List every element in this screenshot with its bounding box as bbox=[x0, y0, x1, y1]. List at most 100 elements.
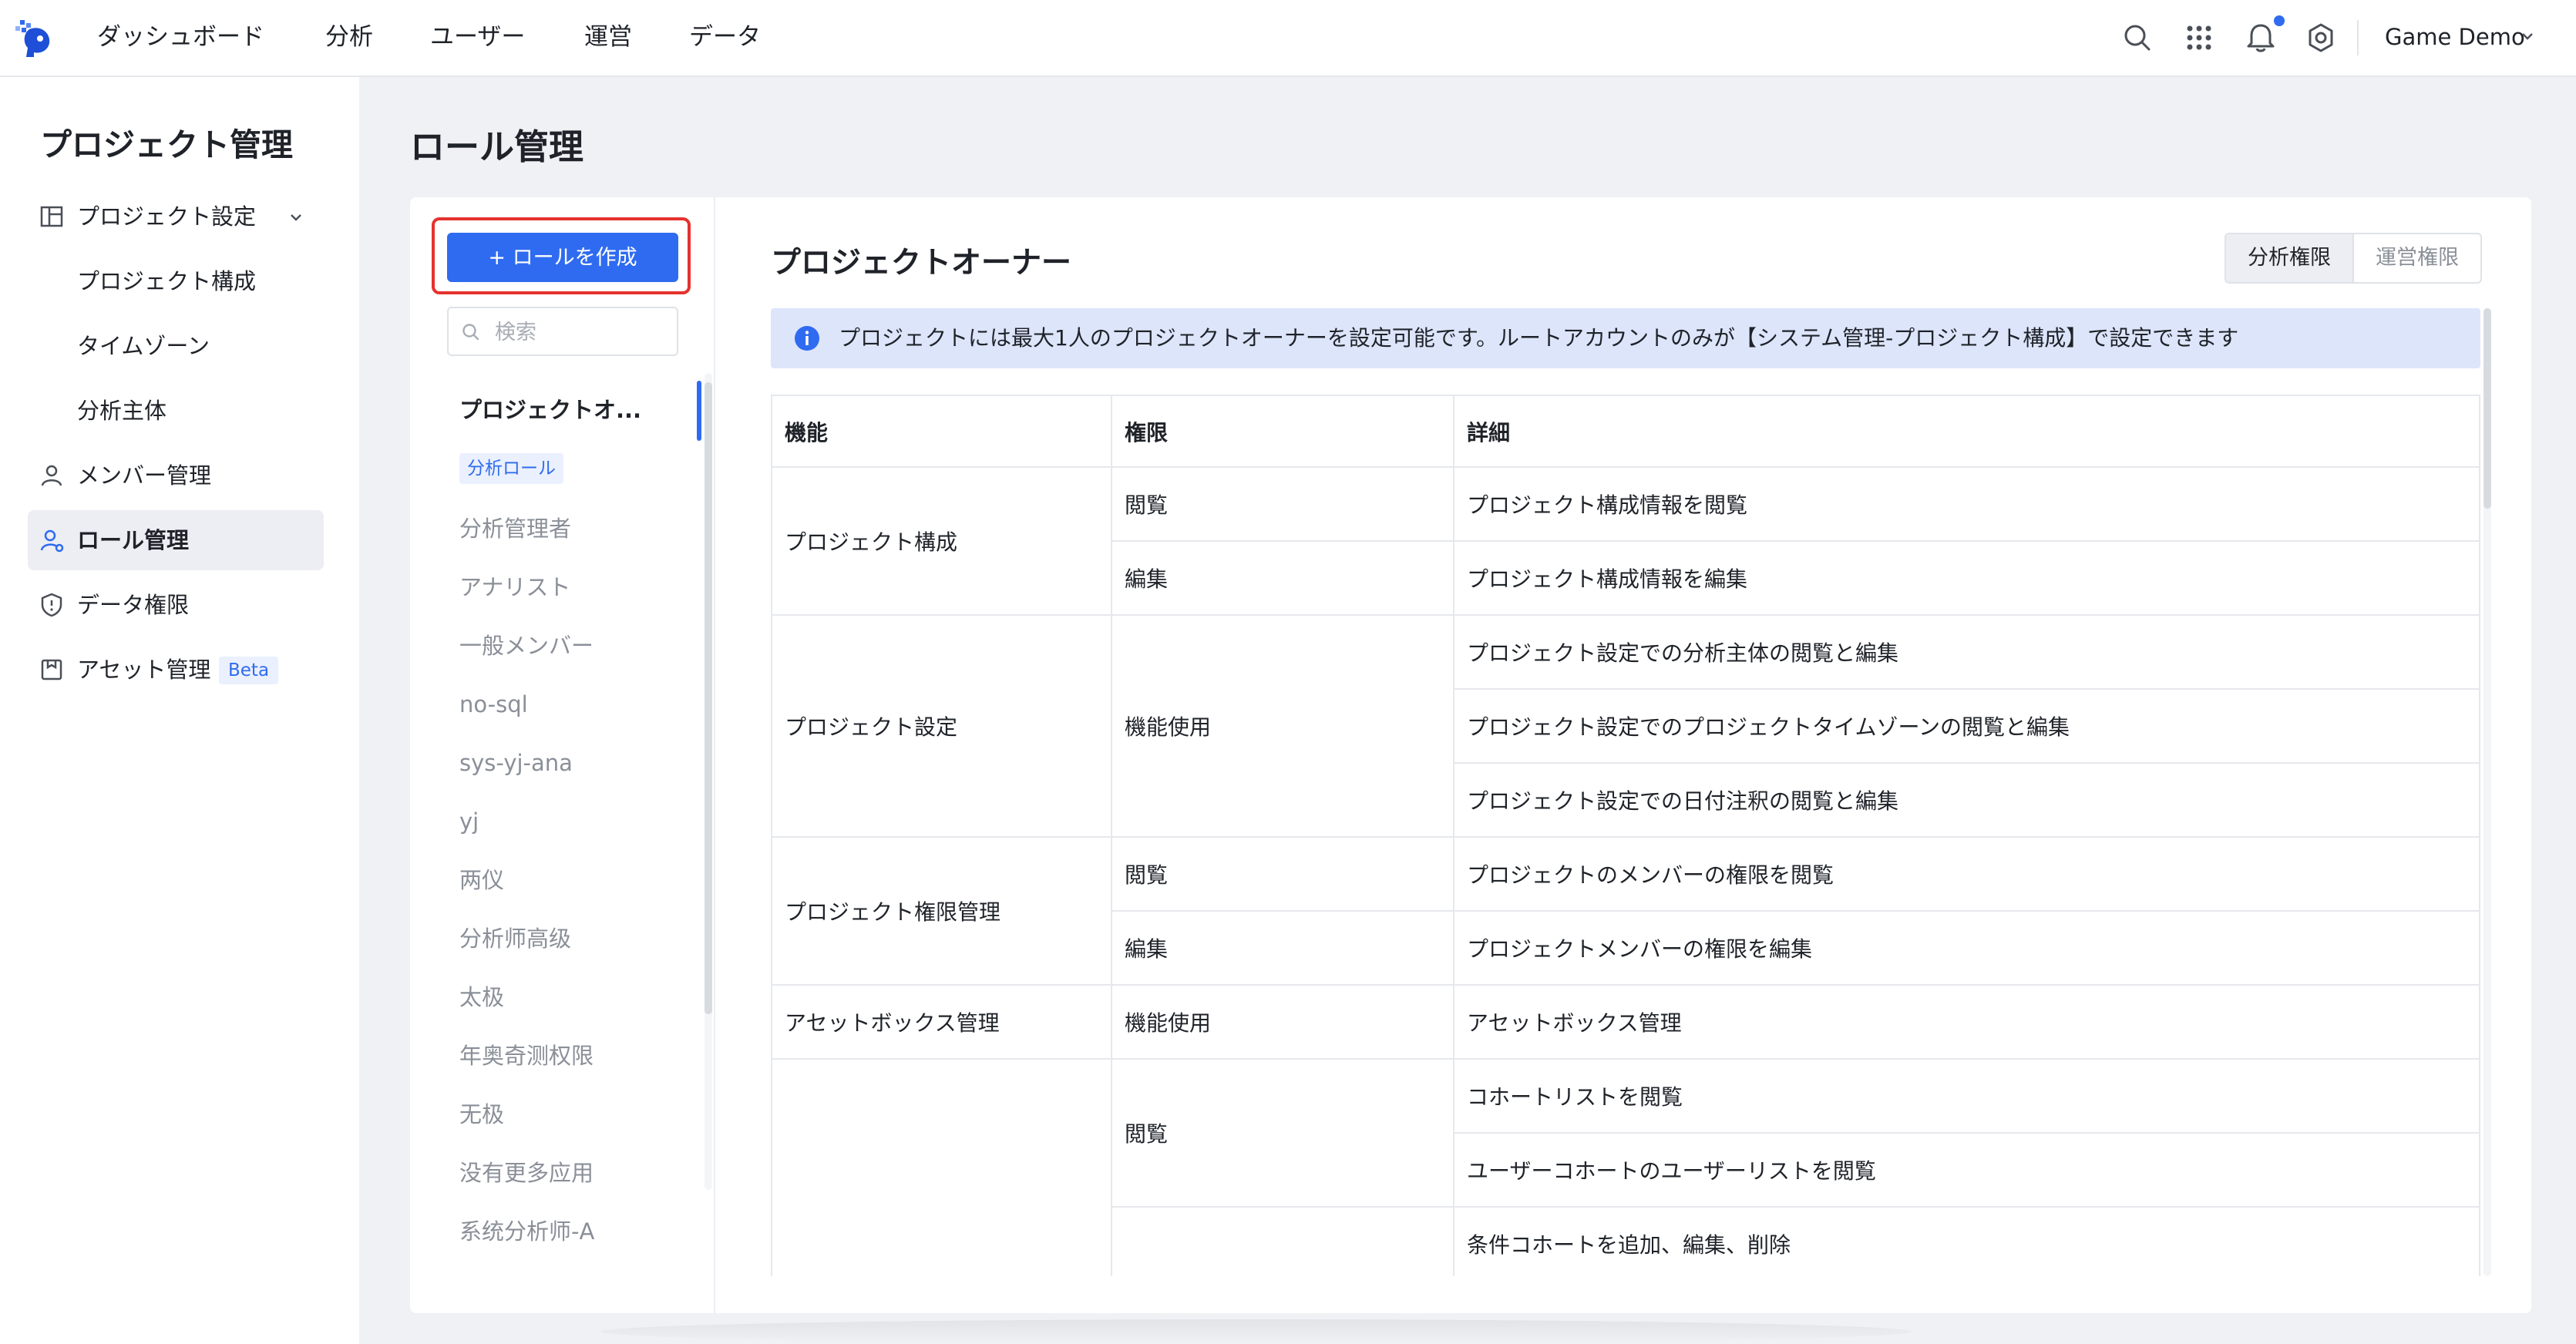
role-item-project-owner[interactable]: プロジェクトオ... bbox=[459, 388, 691, 432]
role-item[interactable]: 年奥奇测权限 bbox=[459, 1034, 691, 1077]
role-item[interactable]: 两仪 bbox=[459, 858, 691, 902]
sidebar-item-label: ロール管理 bbox=[77, 527, 190, 553]
permission-table-wrapper: 機能 権限 詳細 プロジェクト構成 閲覧 プロジェクト構成情報を閲覧 編集 プロ… bbox=[771, 395, 2480, 1276]
sidebar-item-label: タイムゾーン bbox=[77, 333, 210, 359]
info-banner: プロジェクトには最大1人のプロジェクトオーナーを設定可能です。ルートアカウントの… bbox=[771, 308, 2480, 368]
column-header-permission: 権限 bbox=[1111, 396, 1454, 468]
role-item[interactable]: 系统分析师-A bbox=[459, 1210, 691, 1253]
nav-dashboard[interactable]: ダッシュボード bbox=[97, 17, 264, 57]
role-detail-title: プロジェクトオーナー bbox=[771, 246, 1072, 281]
sidebar-item-members[interactable]: メンバー管理 bbox=[28, 445, 324, 506]
tab-analysis-permission[interactable]: 分析権限 bbox=[2226, 234, 2352, 282]
create-role-button[interactable]: + ロールを作成 bbox=[447, 233, 678, 282]
nav-analysis[interactable]: 分析 bbox=[325, 17, 373, 57]
role-group-tag: 分析ロール bbox=[459, 453, 563, 484]
shield-icon bbox=[41, 593, 62, 617]
info-icon bbox=[795, 326, 819, 351]
table-row: プロジェクト権限管理 閲覧 プロジェクトのメンバーの権限を閲覧 bbox=[772, 837, 2479, 986]
table-row: プロジェクト構成 閲覧 プロジェクト構成情報を閲覧 bbox=[772, 467, 2479, 616]
detail-cell: ユーザーコホートのユーザーリストを閲覧 bbox=[1454, 1133, 2479, 1208]
feature-cell: プロジェクト構成 bbox=[772, 467, 1112, 616]
role-icon bbox=[40, 529, 64, 553]
nav-users[interactable]: ユーザー bbox=[430, 17, 525, 57]
bell-icon[interactable] bbox=[2245, 22, 2277, 54]
nav-operations[interactable]: 運営 bbox=[584, 17, 632, 57]
detail-cell: プロジェクト設定での分析主体の閲覧と編集 bbox=[1454, 615, 2479, 690]
detail-cell: プロジェクト設定でのプロジェクトタイムゾーンの閲覧と編集 bbox=[1454, 689, 2479, 764]
table-row: プロジェクト設定 機能使用 プロジェクト設定での分析主体の閲覧と編集 bbox=[772, 615, 2479, 838]
detail-cell: コホートリストを閲覧 bbox=[1454, 1059, 2479, 1134]
role-list-panel: + ロールを作成 プロジェクトオ... 分析ロール 分析管理者 アナリスト 一般… bbox=[410, 197, 715, 1313]
page-title: ロール管理 bbox=[410, 126, 584, 167]
role-item[interactable]: 分析师高级 bbox=[459, 917, 691, 960]
sidebar-item-analysis-entity[interactable]: 分析主体 bbox=[28, 381, 324, 441]
role-item[interactable]: 无极 bbox=[459, 1093, 691, 1136]
settings-icon[interactable] bbox=[2305, 22, 2337, 54]
sidebar-item-label: 分析主体 bbox=[77, 398, 167, 424]
sidebar-title: プロジェクト管理 bbox=[40, 126, 293, 163]
table-row: アセットボックス管理 機能使用 アセットボックス管理 bbox=[772, 985, 2479, 1060]
role-item[interactable]: 太极 bbox=[459, 976, 691, 1019]
card-bottom-shadow bbox=[601, 1319, 1912, 1344]
role-search-input[interactable] bbox=[493, 316, 666, 348]
sidebar-item-roles[interactable]: ロール管理 bbox=[28, 510, 324, 570]
sidebar: プロジェクト管理 プロジェクト設定 プロジェクト構成 タイムゾーン 分析主体 メ… bbox=[0, 77, 359, 1344]
sidebar-item-assets[interactable]: アセット管理 Beta bbox=[28, 640, 324, 700]
beta-badge: Beta bbox=[219, 657, 279, 684]
detail-cell: プロジェクト構成情報を閲覧 bbox=[1454, 467, 2479, 542]
detail-scroll-thumb[interactable] bbox=[2484, 308, 2491, 509]
permission-cell: 機能使用 bbox=[1111, 615, 1454, 838]
permission-cell: 閲覧 bbox=[1111, 467, 1454, 542]
sidebar-item-label: プロジェクト設定 bbox=[77, 203, 257, 230]
apps-grid-icon[interactable] bbox=[2183, 22, 2215, 54]
sidebar-item-label: メンバー管理 bbox=[77, 462, 212, 489]
sidebar-item-project-config[interactable]: プロジェクト構成 bbox=[28, 251, 324, 311]
permission-cell: 編集 bbox=[1111, 541, 1454, 616]
logo-icon[interactable] bbox=[12, 15, 55, 59]
permission-cell: 編集 bbox=[1111, 911, 1454, 986]
role-item[interactable]: no-sql bbox=[459, 683, 691, 726]
sidebar-item-label: データ権限 bbox=[77, 592, 190, 618]
detail-cell: プロジェクトのメンバーの権限を閲覧 bbox=[1454, 837, 2479, 912]
permission-cell bbox=[1111, 1207, 1454, 1276]
info-text: プロジェクトには最大1人のプロジェクトオーナーを設定可能です。ルートアカウントの… bbox=[839, 325, 2239, 351]
search-icon bbox=[462, 324, 479, 341]
role-item[interactable]: 分析管理者 bbox=[459, 507, 691, 550]
detail-cell: 条件コホートを追加、編集、削除 bbox=[1454, 1207, 2479, 1276]
role-list-scroll-thumb[interactable] bbox=[705, 382, 712, 1014]
chevron-down-icon[interactable] bbox=[2521, 29, 2534, 43]
project-switcher[interactable]: Game Demo bbox=[2385, 17, 2525, 57]
permission-table: 機能 権限 詳細 プロジェクト構成 閲覧 プロジェクト構成情報を閲覧 編集 プロ… bbox=[772, 396, 2479, 1276]
role-item[interactable]: sys-yj-ana bbox=[459, 741, 691, 785]
column-header-detail: 詳細 bbox=[1454, 396, 2479, 468]
nav-divider bbox=[2357, 20, 2359, 55]
sidebar-item-data-permission[interactable]: データ権限 bbox=[28, 575, 324, 635]
table-header-row: 機能 権限 詳細 bbox=[772, 396, 2479, 468]
role-item[interactable]: yj bbox=[459, 800, 691, 843]
project-settings-icon bbox=[40, 206, 63, 227]
feature-cell bbox=[772, 1059, 1112, 1276]
feature-cell: プロジェクト設定 bbox=[772, 615, 1112, 838]
role-management-card: + ロールを作成 プロジェクトオ... 分析ロール 分析管理者 アナリスト 一般… bbox=[410, 197, 2531, 1313]
column-header-feature: 機能 bbox=[772, 396, 1112, 468]
permission-cell: 機能使用 bbox=[1111, 985, 1454, 1060]
search-icon[interactable] bbox=[2121, 22, 2154, 54]
role-item[interactable]: 没有更多应用 bbox=[459, 1151, 691, 1194]
role-item[interactable]: 一般メンバー bbox=[459, 624, 691, 667]
nav-data[interactable]: データ bbox=[689, 17, 761, 57]
feature-cell: プロジェクト権限管理 bbox=[772, 837, 1112, 986]
table-row: 閲覧 コホートリストを閲覧 bbox=[772, 1059, 2479, 1276]
tab-operation-permission[interactable]: 運営権限 bbox=[2352, 234, 2480, 282]
sidebar-item-timezone[interactable]: タイムゾーン bbox=[28, 316, 324, 376]
active-role-indicator bbox=[697, 381, 701, 441]
role-search[interactable] bbox=[447, 307, 678, 356]
sidebar-item-project-settings[interactable]: プロジェクト設定 bbox=[28, 186, 324, 247]
chevron-down-icon[interactable] bbox=[288, 210, 304, 225]
sidebar-item-label: アセット管理 bbox=[77, 657, 211, 683]
role-item[interactable]: アナリスト bbox=[459, 566, 691, 609]
detail-cell: プロジェクト構成情報を編集 bbox=[1454, 541, 2479, 616]
notification-dot bbox=[2274, 15, 2285, 26]
permission-tabs: 分析権限 運営権限 bbox=[2225, 233, 2482, 284]
top-nav: ダッシュボード 分析 ユーザー 運営 データ Game Demo bbox=[0, 0, 2576, 77]
permission-cell: 閲覧 bbox=[1111, 1059, 1454, 1208]
